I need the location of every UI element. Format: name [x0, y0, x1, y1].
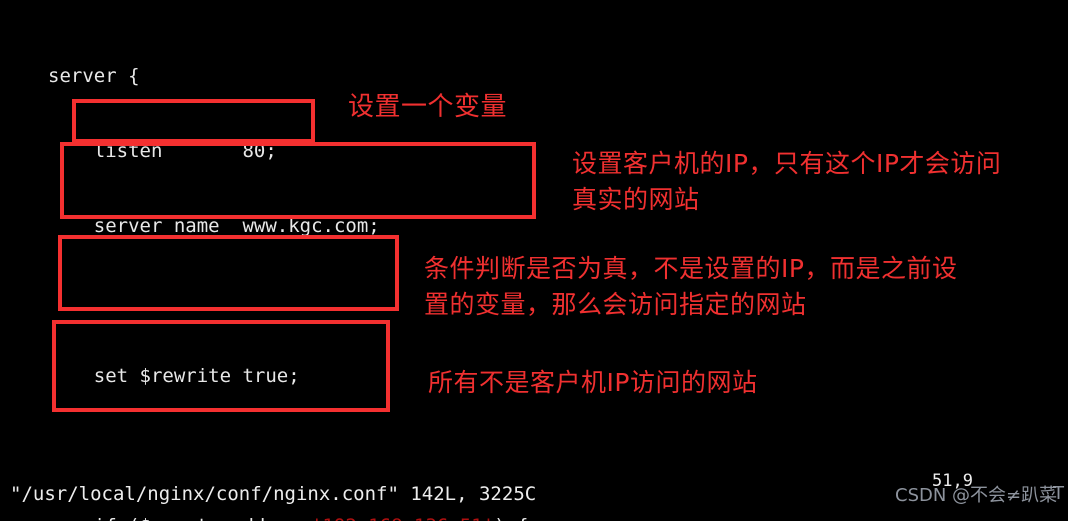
terminal-screenshot: server { listen 80; server_name www.kgc.… [0, 0, 1068, 521]
code-line: server { [0, 64, 1068, 89]
annotation-text-other-sites: 所有不是客户机IP访问的网站 [428, 368, 758, 397]
annotation-text-condition: 条件判断是否为真，不是设置的IP，而是之前设 置的变量，那么会访问指定的网站 [424, 254, 958, 319]
csdn-watermark-tail: T [1053, 483, 1064, 504]
csdn-watermark: CSDN @不会≠趴菜 [895, 485, 1058, 506]
annotation-text-set-variable: 设置一个变量 [348, 92, 508, 122]
ip-string-literal: '192.168.136.51' [311, 515, 494, 521]
code-text: ) { [494, 515, 528, 521]
vim-status-line: "/usr/local/nginx/conf/nginx.conf" 142L,… [10, 483, 537, 505]
code-text: listen 80; [48, 140, 277, 162]
code-text: if ($remote_addr = [48, 515, 311, 521]
code-text: set $rewrite true; [48, 365, 300, 387]
code-text: server_name www.kgc.com; [48, 215, 380, 237]
annotation-text-client-ip: 设置客户机的IP，只有这个IP才会访问 真实的网站 [572, 149, 1002, 214]
code-line: if ($remote_addr = '192.168.136.51') { [0, 514, 1068, 521]
code-text: server { [48, 65, 140, 87]
